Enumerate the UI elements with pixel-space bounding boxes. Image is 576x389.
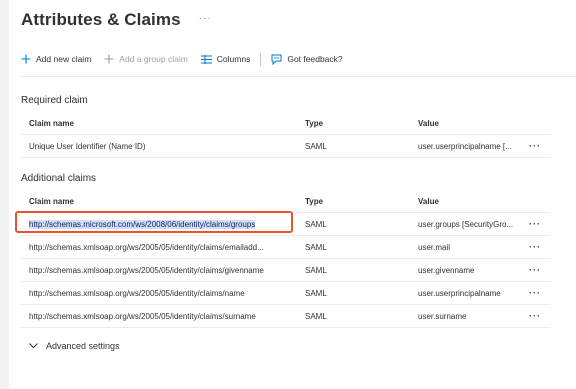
title-bar: Attributes & Claims ··· (21, 4, 212, 36)
page-title: Attributes & Claims (21, 10, 181, 29)
column-header-value[interactable]: Value (418, 119, 524, 128)
table-header: Claim name Type Value (21, 112, 551, 135)
claim-type: SAML (305, 219, 327, 229)
table-header: Claim name Type Value (21, 190, 551, 213)
claim-type: SAML (305, 311, 327, 321)
claim-value: user.surname (418, 311, 467, 321)
claim-name: http://schemas.xmlsoap.org/ws/2005/05/id… (29, 288, 245, 298)
columns-icon (200, 54, 212, 64)
claim-value: user.userprincipalname [... (418, 141, 512, 151)
advanced-settings-toggle[interactable]: Advanced settings (29, 341, 120, 351)
plus-icon (21, 54, 31, 64)
add-new-claim-button[interactable]: Add new claim (21, 54, 91, 64)
add-group-claim-label: Add a group claim (119, 54, 188, 64)
required-claim-grid: Claim name Type Value Unique User Identi… (21, 112, 551, 158)
additional-claims-heading: Additional claims (21, 173, 97, 184)
more-options-icon[interactable]: ··· (527, 311, 543, 321)
more-options-icon[interactable]: ··· (527, 288, 543, 298)
claim-value: user.groups [SecurityGro... (418, 219, 514, 229)
claim-type: SAML (305, 288, 327, 298)
more-options-icon[interactable]: ··· (527, 141, 543, 151)
columns-label: Columns (216, 54, 251, 64)
add-group-claim-button[interactable]: Add a group claim (104, 54, 188, 64)
highlight-annotation-box (15, 211, 293, 233)
claim-type: SAML (305, 242, 327, 252)
more-options-icon[interactable]: ··· (527, 265, 543, 275)
title-more-icon[interactable]: ··· (199, 13, 212, 24)
plus-icon (104, 54, 114, 64)
claim-name: http://schemas.xmlsoap.org/ws/2005/05/id… (29, 311, 256, 321)
more-options-icon[interactable]: ··· (527, 219, 543, 229)
claim-name: http://schemas.xmlsoap.org/ws/2005/05/id… (29, 242, 264, 252)
toolbar-divider (21, 76, 576, 77)
claim-value: user.givenname (418, 265, 475, 275)
claim-name: http://schemas.xmlsoap.org/ws/2005/05/id… (29, 265, 264, 275)
required-claim-heading: Required claim (21, 95, 88, 106)
table-row[interactable]: http://schemas.xmlsoap.org/ws/2005/05/id… (21, 282, 551, 305)
table-row[interactable]: http://schemas.xmlsoap.org/ws/2005/05/id… (21, 305, 551, 328)
claim-type: SAML (305, 265, 327, 275)
feedback-label: Got feedback? (287, 54, 343, 64)
claim-value: user.mail (418, 242, 451, 252)
feedback-icon (271, 54, 282, 65)
table-row[interactable]: http://schemas.xmlsoap.org/ws/2005/05/id… (21, 259, 551, 282)
table-row[interactable]: http://schemas.xmlsoap.org/ws/2005/05/id… (21, 236, 551, 259)
add-new-claim-label: Add new claim (36, 54, 92, 64)
column-header-claim-name[interactable]: Claim name (29, 197, 295, 206)
columns-button[interactable]: Columns (200, 54, 251, 64)
left-rail (0, 0, 9, 389)
claim-value: user.userprincipalname (418, 288, 501, 298)
claim-name: Unique User Identifier (Name ID) (29, 141, 146, 151)
column-header-type[interactable]: Type (305, 197, 395, 206)
toolbar-separator (260, 52, 262, 66)
claim-type: SAML (305, 141, 327, 151)
more-options-icon[interactable]: ··· (527, 242, 543, 252)
column-header-type[interactable]: Type (305, 119, 395, 128)
table-row[interactable]: Unique User Identifier (Name ID) SAML us… (21, 135, 551, 158)
chevron-down-icon (29, 343, 38, 349)
advanced-settings-label: Advanced settings (46, 341, 120, 351)
feedback-button[interactable]: Got feedback? (271, 54, 343, 65)
toolbar: Add new claim Add a group claim Columns … (21, 50, 566, 68)
column-header-claim-name[interactable]: Claim name (29, 119, 295, 128)
column-header-value[interactable]: Value (418, 197, 524, 206)
